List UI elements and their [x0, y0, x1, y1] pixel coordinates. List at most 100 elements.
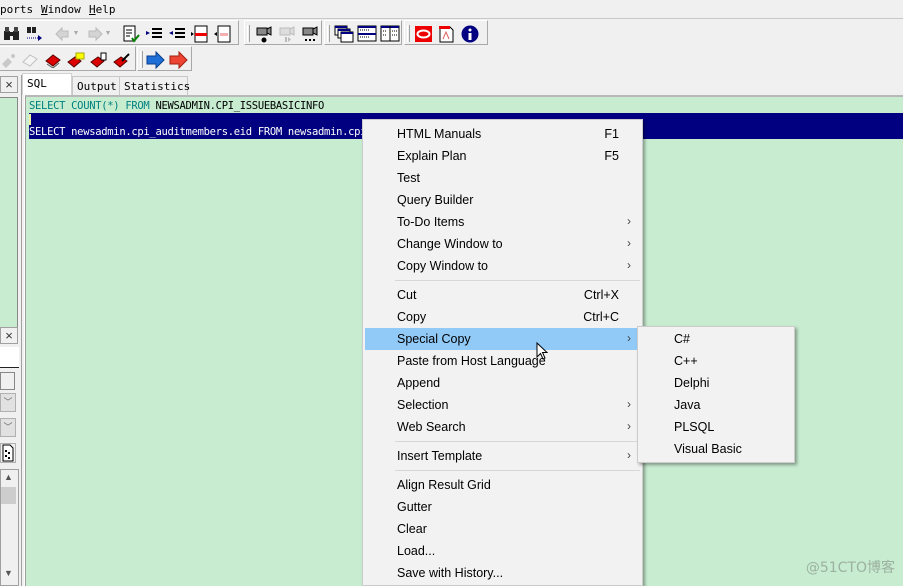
books-edit-icon[interactable] — [112, 50, 132, 69]
back-icon[interactable] — [53, 24, 73, 43]
menu-reports[interactable]: ports — [0, 3, 33, 16]
menu-item-web-search[interactable]: Web Search › — [365, 416, 640, 438]
toolbar-grip[interactable] — [327, 25, 330, 42]
forward-icon[interactable] — [85, 24, 105, 43]
menu-item-label: Explain Plan — [397, 149, 467, 163]
scroll-down-icon[interactable]: ▼ — [4, 568, 13, 578]
menu-item-label: To-Do Items — [397, 215, 465, 229]
submenu-arrow-icon: › — [627, 331, 631, 345]
menu-item-label: Query Builder — [397, 193, 474, 207]
toolbar-edit-group: ▼ ▼ — [0, 20, 239, 45]
scroll-up-icon[interactable]: ▲ — [4, 472, 13, 482]
submenu-item-label: C# — [674, 332, 690, 346]
comment-icon[interactable] — [190, 24, 210, 43]
disabled-eraser-icon[interactable] — [20, 50, 40, 69]
books-folder-icon[interactable] — [66, 50, 86, 69]
menu-item-special-copy[interactable]: Special Copy › — [365, 328, 640, 350]
books-icon[interactable] — [43, 50, 63, 69]
menu-item-cut[interactable]: Cut Ctrl+X — [365, 284, 640, 306]
submenu-item-visual-basic[interactable]: Visual Basic — [640, 438, 792, 460]
menu-item-label: Test — [397, 171, 420, 185]
document-icon[interactable] — [0, 443, 16, 463]
menu-item-label: HTML Manuals — [397, 127, 482, 141]
indent-icon[interactable] — [144, 24, 164, 43]
toolbar-grip[interactable] — [407, 25, 410, 42]
left-panel-bottom-close-button[interactable]: × — [0, 327, 18, 344]
menu-item-label: Paste from Host Language — [397, 354, 546, 368]
tile-horizontal-icon[interactable] — [357, 24, 377, 43]
mouse-cursor-icon — [536, 342, 549, 360]
verify-icon[interactable] — [121, 24, 141, 43]
left-panel-close-button[interactable]: × — [0, 76, 18, 93]
menu-window-label: indow — [47, 3, 81, 16]
navigate-forward-blue-icon[interactable] — [146, 50, 166, 69]
toolbar-navigate-group — [137, 46, 192, 71]
menu-item-shortcut: F1 — [604, 127, 619, 141]
tab-output[interactable]: Output — [72, 76, 120, 95]
left-panel-dropdown-1[interactable]: ﹀ — [0, 393, 16, 412]
menu-item-label: Save with History... — [397, 566, 504, 580]
menu-item-save-with-history[interactable]: Save with History... — [365, 562, 640, 584]
menu-item-clear[interactable]: Clear — [365, 518, 640, 540]
menu-item-append[interactable]: Append — [365, 372, 640, 394]
menu-help-mnemonic: H — [89, 3, 96, 16]
menu-item-selection[interactable]: Selection › — [365, 394, 640, 416]
menu-item-change-window-to[interactable]: Change Window to › — [365, 233, 640, 255]
disabled-star-icon[interactable] — [0, 50, 19, 69]
record-macro-icon[interactable] — [254, 24, 274, 43]
menu-item-copy-window-to[interactable]: Copy Window to › — [365, 255, 640, 277]
back-dropdown-icon[interactable]: ▼ — [71, 24, 81, 43]
find-icon[interactable] — [2, 24, 22, 43]
toolbar-grip[interactable] — [247, 25, 250, 42]
toolbar-macro-group — [244, 20, 322, 45]
menu-item-html-manuals[interactable]: HTML Manuals F1 — [365, 123, 640, 145]
editor-line-3: SELECT newsadmin.cpi_auditmembers.eid FR… — [29, 126, 367, 138]
toolbar-grip[interactable] — [140, 51, 143, 68]
menu-item-shortcut: Ctrl+C — [583, 310, 619, 324]
menu-item-label: Insert Template — [397, 449, 483, 463]
menu-item-explain-plan[interactable]: Explain Plan F5 — [365, 145, 640, 167]
submenu-item-label: Delphi — [674, 376, 710, 390]
unindent-icon[interactable] — [167, 24, 187, 43]
tab-sql[interactable]: SQL — [22, 73, 72, 95]
left-panel-input[interactable] — [0, 372, 15, 390]
tile-vertical-icon[interactable] — [380, 24, 400, 43]
submenu-item-java[interactable]: Java — [640, 394, 792, 416]
menu-separator — [395, 441, 640, 442]
submenu-item-csharp[interactable]: C# — [640, 328, 792, 350]
submenu-item-cplusplus[interactable]: C++ — [640, 350, 792, 372]
books-copy-icon[interactable] — [89, 50, 109, 69]
scrollbar-thumb[interactable] — [1, 487, 16, 504]
macro-library-icon[interactable] — [300, 24, 320, 43]
menu-item-insert-template[interactable]: Insert Template › — [365, 445, 640, 467]
submenu-item-plsql[interactable]: PLSQL — [640, 416, 792, 438]
menu-window[interactable]: Window — [41, 3, 81, 16]
menu-item-paste-from-host-language[interactable]: Paste from Host Language — [365, 350, 640, 372]
menu-item-align-result-grid[interactable]: Align Result Grid — [365, 474, 640, 496]
pdf-icon[interactable] — [437, 24, 457, 43]
forward-dropdown-icon[interactable]: ▼ — [103, 24, 113, 43]
menu-item-load[interactable]: Load... — [365, 540, 640, 562]
menu-item-copy[interactable]: Copy Ctrl+C — [365, 306, 640, 328]
left-panel-scrollbar[interactable]: ▲ ▼ — [0, 469, 19, 586]
submenu-item-delphi[interactable]: Delphi — [640, 372, 792, 394]
sql-table-name: NEWSADMIN.CPI_ISSUEBASICINFO — [155, 100, 325, 112]
play-macro-icon[interactable] — [277, 24, 297, 43]
oracle-icon[interactable] — [414, 24, 434, 43]
uncomment-icon[interactable] — [213, 24, 233, 43]
menu-item-query-builder[interactable]: Query Builder — [365, 189, 640, 211]
special-copy-submenu: C# C++ Delphi Java PLSQL Visual Basic — [637, 326, 795, 463]
cascade-windows-icon[interactable] — [334, 24, 354, 43]
context-menu: HTML Manuals F1 Explain Plan F5 Test Query Bu… — [362, 119, 643, 586]
menu-help[interactable]: Help — [89, 3, 116, 16]
menu-item-test[interactable]: Test — [365, 167, 640, 189]
find-next-icon[interactable] — [24, 24, 44, 43]
navigate-forward-red-icon[interactable] — [169, 50, 189, 69]
menu-item-to-do-items[interactable]: To-Do Items › — [365, 211, 640, 233]
tab-statistics[interactable]: Statistics — [119, 76, 190, 95]
left-panel-dropdown-2[interactable]: ﹀ — [0, 418, 16, 437]
filter-field[interactable] — [0, 347, 19, 368]
info-icon[interactable] — [460, 24, 480, 43]
object-browser-list[interactable] — [0, 97, 18, 342]
menu-item-gutter[interactable]: Gutter — [365, 496, 640, 518]
